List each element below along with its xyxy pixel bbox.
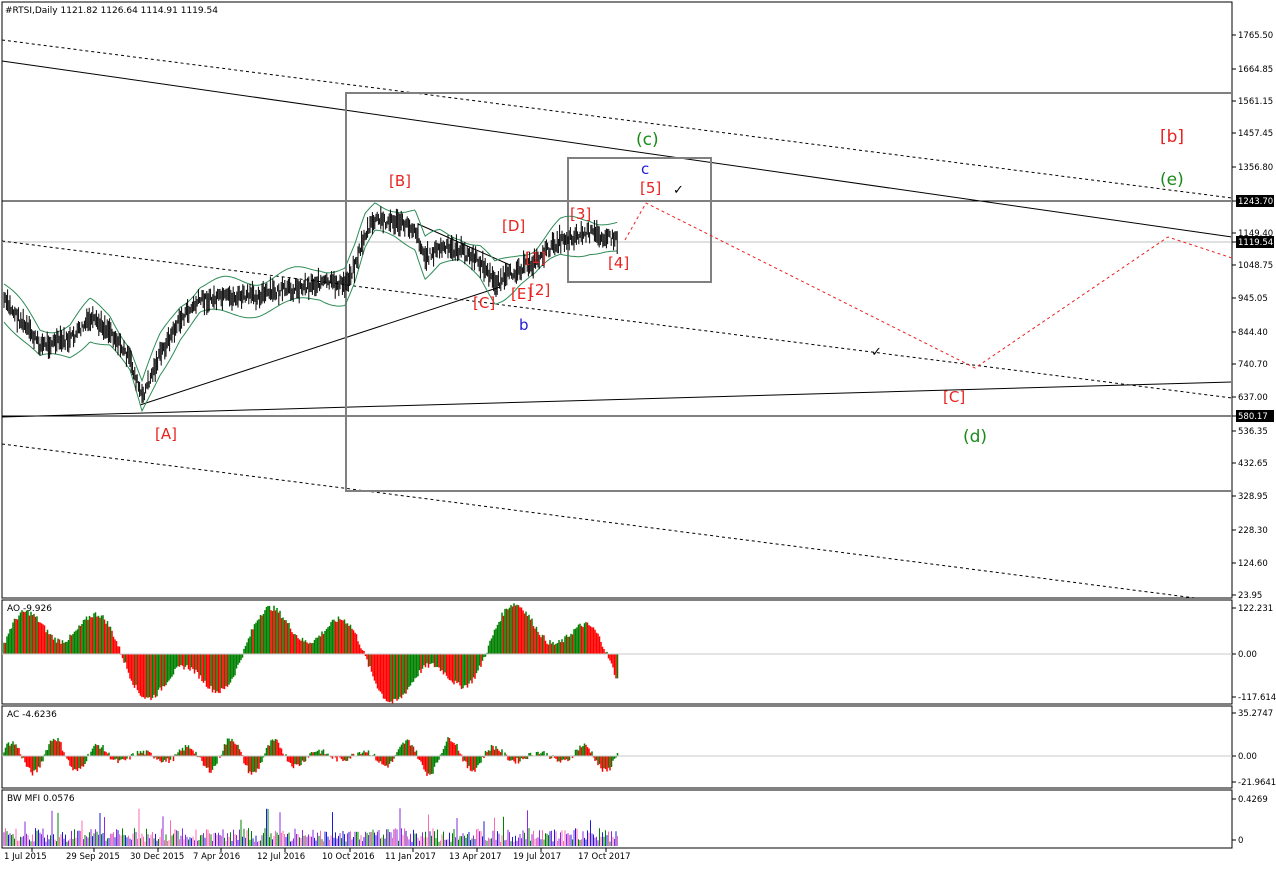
time-tick-label: 17 Oct 2017 (578, 852, 631, 862)
mfi-histogram (3, 808, 618, 846)
zone-rect-large[interactable] (345, 92, 1233, 492)
chart-window[interactable]: #RTSI,Daily 1121.82 1126.64 1114.91 1119… (0, 0, 1276, 866)
wave-label-2[interactable]: [2] (529, 281, 550, 299)
indicator-tick-label: 35.2747 (1238, 709, 1273, 719)
mfi-title: BW MFI 0.0576 (7, 794, 75, 804)
wave-label-b-blue[interactable]: b (519, 316, 529, 334)
time-tick-label: 10 Oct 2016 (322, 852, 375, 862)
indicator-tick-label: -117.614 (1238, 693, 1276, 703)
price-tick-label: 1048.75 (1238, 261, 1273, 271)
channel-dotted-1[interactable] (1, 39, 1233, 199)
price-tick-label: 1664.85 (1238, 65, 1273, 75)
price-tick-label: 328.95 (1238, 492, 1268, 502)
ao-histogram (3, 603, 619, 704)
trend-line-upper[interactable] (1, 60, 1233, 238)
price-tick-label: 580.17 (1238, 412, 1268, 422)
price-tick-label: 432.65 (1238, 459, 1268, 469)
check-icon[interactable]: ✓ (673, 183, 684, 198)
time-tick-label: 19 Jul 2017 (513, 852, 561, 862)
price-tick-label: 945.05 (1238, 294, 1268, 304)
price-tick-label: 536.35 (1238, 427, 1268, 437)
check-icon[interactable]: ✓ (871, 345, 882, 360)
wave-label-1[interactable]: [1] (525, 249, 546, 267)
wave-label-D[interactable]: [D] (502, 217, 525, 235)
wave-label-A[interactable]: [A] (155, 425, 177, 443)
price-tick-label: 124.60 (1238, 559, 1268, 569)
indicator-tick-label: 0 (1238, 836, 1243, 846)
time-tick-label: 11 Jan 2017 (385, 852, 436, 862)
time-tick-label: 7 Apr 2016 (193, 852, 240, 862)
wave-label-e-green[interactable]: (e) (1160, 170, 1184, 190)
indicator-tick-label: -21.9641 (1238, 778, 1276, 788)
price-tick-label: 1119.54 (1238, 238, 1273, 248)
wave-label-3[interactable]: [3] (570, 205, 591, 223)
ao-title: AO -9.926 (7, 604, 52, 614)
time-tick-label: 1 Jul 2015 (4, 852, 47, 862)
price-tick-label: 844.40 (1238, 328, 1268, 338)
wave-label-C[interactable]: [C] (473, 294, 495, 312)
time-tick-label: 12 Jul 2016 (257, 852, 305, 862)
trend-line-bottom[interactable] (1, 381, 1233, 418)
indicator-tick-label: 0.4269 (1238, 795, 1268, 805)
price-tick-label: 1243.70 (1238, 197, 1273, 207)
time-axis: 1 Jul 2015 29 Sep 2015 30 Dec 2015 7 Apr 20… (4, 848, 631, 862)
wave-label-c-green[interactable]: (c) (636, 130, 659, 150)
price-tick-label: 1356.80 (1238, 163, 1273, 173)
time-tick-label: 13 Apr 2017 (449, 852, 502, 862)
indicator-tick-label: 0.00 (1238, 752, 1257, 762)
price-tick-label: 23.95 (1238, 591, 1262, 601)
indicator-tick-label: 0.00 (1238, 650, 1257, 660)
price-tick-label: 228.30 (1238, 526, 1268, 536)
price-axis: 1765.50 1664.85 1561.15 1457.45 1356.80 1243.… (1232, 31, 1274, 601)
indicator-axis: 122.231 0.00 -117.614 35.2747 0.00 -21.9641 0.… (1232, 604, 1276, 846)
wave-label-b-red[interactable]: [b] (1160, 127, 1184, 147)
indicator-tick-label: 122.231 (1238, 604, 1273, 614)
projection-path[interactable] (624, 202, 1233, 369)
time-tick-label: 30 Dec 2015 (130, 852, 184, 862)
wave-label-C-future[interactable]: [C] (943, 388, 965, 406)
price-bars (3, 206, 618, 404)
wave-label-d-green[interactable]: (d) (963, 427, 987, 447)
price-tick-label: 1561.15 (1238, 97, 1273, 107)
wave-label-4[interactable]: [4] (608, 254, 629, 272)
main-title: #RTSI,Daily 1121.82 1126.64 1114.91 1119… (5, 6, 218, 16)
ao-panel[interactable] (1, 599, 1233, 705)
price-panel[interactable] (1, 1, 1233, 599)
price-tick-label: 637.00 (1238, 393, 1268, 403)
ac-title: AC -4.6236 (7, 710, 57, 720)
wave-label-c-blue[interactable]: c (641, 160, 649, 178)
price-tick-label: 1765.50 (1238, 31, 1273, 41)
wave-label-B[interactable]: [B] (389, 172, 411, 190)
price-tick-label: 1457.45 (1238, 129, 1273, 139)
wave-label-5[interactable]: [5] (640, 179, 661, 197)
time-tick-label: 29 Sep 2015 (66, 852, 120, 862)
price-tick-label: 740.70 (1238, 360, 1268, 370)
channel-dotted-3[interactable] (1, 443, 1196, 599)
